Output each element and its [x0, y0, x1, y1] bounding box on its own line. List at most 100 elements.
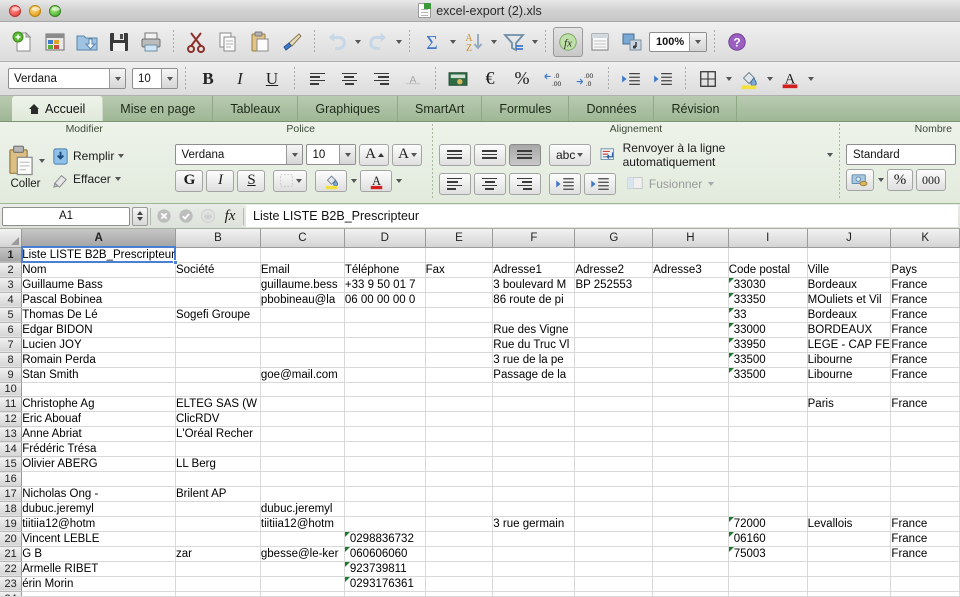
column-header-b[interactable]: B: [175, 229, 261, 248]
cell-F11[interactable]: [492, 396, 576, 413]
tab-graphiques[interactable]: Graphiques: [298, 96, 399, 121]
cell-C2[interactable]: Email: [260, 262, 345, 278]
cell-D2[interactable]: Téléphone: [344, 262, 426, 278]
cell-D15[interactable]: [344, 456, 426, 473]
cell-C15[interactable]: [260, 456, 345, 473]
minimize-window-button[interactable]: [29, 4, 41, 17]
cell-K10[interactable]: [890, 382, 960, 398]
cell-K12[interactable]: [890, 411, 960, 428]
row-header-6[interactable]: 6: [0, 322, 23, 338]
cell-E22[interactable]: [425, 561, 494, 577]
decrease-decimal-button[interactable]: .00 .0: [571, 64, 601, 94]
row-header-17[interactable]: 17: [0, 486, 23, 502]
cell-D17[interactable]: [344, 486, 426, 502]
cell-D11[interactable]: [344, 396, 426, 413]
cell-I20[interactable]: 06160: [728, 531, 808, 547]
cell-J16[interactable]: [807, 471, 892, 487]
formula-builder-fx-icon[interactable]: fx: [553, 26, 583, 57]
paste-button[interactable]: Coller: [6, 145, 45, 190]
paste-clipboard-icon[interactable]: [245, 27, 275, 57]
cell-E7[interactable]: [425, 337, 494, 353]
cell-D4[interactable]: 06 00 00 00 0: [344, 292, 426, 308]
font-color-dropdown-icon[interactable]: [396, 178, 403, 183]
cell-G12[interactable]: [574, 411, 654, 428]
align-middle-button[interactable]: [473, 143, 506, 166]
row-header-18[interactable]: 18: [0, 501, 23, 517]
cell-J10[interactable]: [807, 382, 892, 398]
cell-C23[interactable]: [260, 576, 345, 592]
cell-G10[interactable]: [574, 382, 654, 398]
cell-G23[interactable]: [574, 576, 654, 592]
cell-K22[interactable]: [890, 561, 960, 577]
column-header-e[interactable]: E: [425, 229, 494, 248]
cell-C5[interactable]: [260, 307, 345, 323]
column-header-f[interactable]: F: [492, 229, 576, 248]
cell-B12[interactable]: ClicRDV: [175, 411, 261, 428]
ribbon-increase-indent-button[interactable]: [583, 172, 616, 195]
cell-I5[interactable]: 33: [728, 307, 808, 323]
row-header-23[interactable]: 23: [0, 576, 23, 592]
accounting-format-button[interactable]: [846, 169, 875, 191]
save-icon[interactable]: [104, 27, 134, 57]
cell-H12[interactable]: [652, 411, 729, 428]
cell-B1[interactable]: [175, 247, 261, 263]
tab-donnees[interactable]: Données: [569, 96, 655, 121]
cell-K17[interactable]: [890, 486, 960, 502]
column-header-g[interactable]: G: [574, 229, 654, 248]
merge-cells-ribbon-button[interactable]: Fusionner: [627, 176, 715, 191]
sort-az-icon[interactable]: A Z: [458, 27, 488, 57]
column-header-d[interactable]: D: [344, 229, 426, 248]
cell-H2[interactable]: Adresse3: [652, 262, 729, 278]
cell-I3[interactable]: 33030: [728, 277, 808, 293]
cell-I13[interactable]: [728, 426, 808, 443]
cell-A20[interactable]: Vincent LEBLE: [21, 531, 176, 547]
align-left-button[interactable]: [302, 64, 332, 94]
cell-C8[interactable]: [260, 352, 345, 368]
cell-D3[interactable]: +33 9 50 01 7: [344, 277, 426, 293]
cell-B11[interactable]: ELTEG SAS (W: [175, 396, 261, 413]
cell-K3[interactable]: France: [890, 277, 960, 293]
cell-G9[interactable]: [574, 367, 654, 383]
cell-E24[interactable]: [425, 591, 494, 596]
decrease-indent-button[interactable]: [616, 64, 646, 94]
cell-C3[interactable]: guillaume.bess: [260, 277, 345, 293]
cancel-x-icon[interactable]: [153, 205, 175, 227]
cell-G16[interactable]: [574, 471, 654, 487]
cell-F15[interactable]: [492, 456, 576, 473]
orientation-abc-button[interactable]: abc: [548, 143, 591, 166]
row-header-9[interactable]: 9: [0, 367, 23, 383]
cell-F7[interactable]: Rue du Truc Vl: [492, 337, 576, 353]
cell-J18[interactable]: [807, 501, 892, 517]
row-header-19[interactable]: 19: [0, 516, 23, 532]
cell-E19[interactable]: [425, 516, 494, 532]
cell-A17[interactable]: Nicholas Ong -: [21, 486, 176, 502]
cell-B14[interactable]: [175, 441, 261, 458]
row-header-15[interactable]: 15: [0, 456, 23, 473]
cell-J5[interactable]: Bordeaux: [807, 307, 892, 323]
cell-K15[interactable]: [890, 456, 960, 473]
column-header-i[interactable]: I: [728, 229, 808, 248]
cell-F9[interactable]: Passage de la: [492, 367, 576, 383]
cell-J15[interactable]: [807, 456, 892, 473]
font-size-dropdown-icon[interactable]: [161, 69, 177, 88]
cell-F2[interactable]: Adresse1: [492, 262, 576, 278]
cell-I2[interactable]: Code postal: [728, 262, 808, 278]
cell-F12[interactable]: [492, 411, 576, 428]
cell-G17[interactable]: [574, 486, 654, 502]
fill-dropdown-icon[interactable]: [118, 154, 125, 158]
undo-dropdown-icon[interactable]: [355, 39, 361, 44]
cell-I10[interactable]: [728, 382, 808, 398]
ribbon-percent-button[interactable]: %: [887, 169, 914, 191]
cell-C21[interactable]: gbesse@le-ker: [260, 546, 345, 562]
cell-E8[interactable]: [425, 352, 494, 368]
cell-A5[interactable]: Thomas De Lé: [21, 307, 176, 323]
cell-C20[interactable]: [260, 531, 345, 547]
accept-check-icon[interactable]: [175, 205, 197, 227]
cell-I23[interactable]: [728, 576, 808, 592]
cell-J20[interactable]: [807, 531, 892, 547]
cell-E3[interactable]: [425, 277, 494, 293]
align-right-button[interactable]: [366, 64, 396, 94]
cell-G19[interactable]: [574, 516, 654, 532]
cell-D10[interactable]: [344, 382, 426, 398]
cell-F19[interactable]: 3 rue germain: [492, 516, 576, 532]
